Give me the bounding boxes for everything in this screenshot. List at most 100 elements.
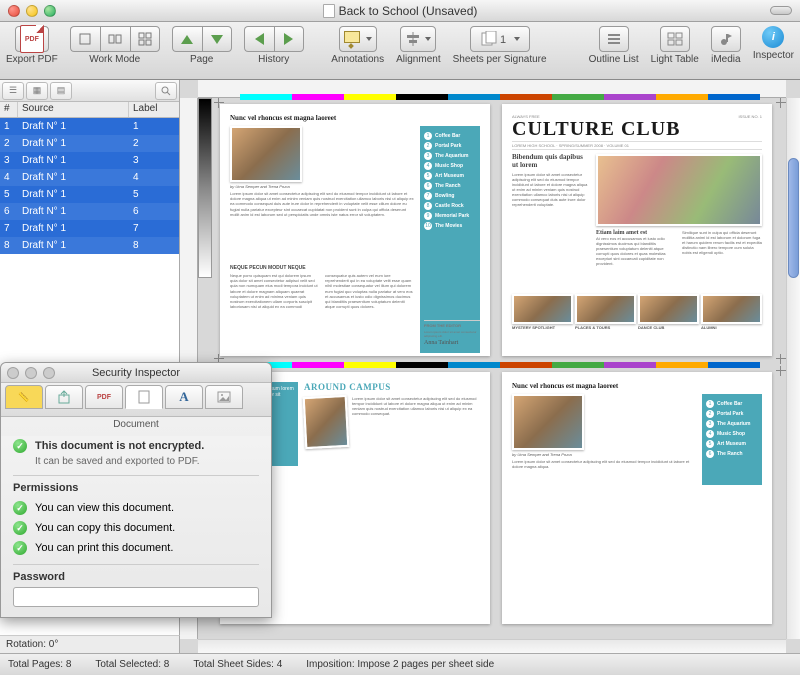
pdf-icon: PDF (20, 25, 44, 53)
article-photo (230, 126, 302, 182)
triangle-left-icon (255, 33, 264, 45)
sidebar-row[interactable]: 4Draft N° 14 (0, 169, 179, 186)
alignment-label: Alignment (396, 54, 440, 65)
sidebar-row[interactable]: 2Draft N° 12 (0, 135, 179, 152)
sidebar-row[interactable]: 7Draft N° 17 (0, 220, 179, 237)
toolbar-toggle-button[interactable] (770, 6, 792, 15)
inspector-button[interactable]: i (762, 26, 784, 48)
inspector-tab-export[interactable] (45, 385, 83, 409)
light-table-button[interactable] (660, 26, 690, 52)
work-mode-3-button[interactable] (130, 26, 160, 52)
check-icon: ✓ (13, 521, 27, 535)
inspector-tab-pdf[interactable]: PDF (85, 385, 123, 409)
export-pdf-button[interactable]: PDF (15, 26, 49, 52)
main-toolbar: PDF Export PDF Work Mode Page History An… (0, 22, 800, 80)
status-total-selected: Total Selected: 8 (95, 659, 169, 670)
article-photo (512, 394, 584, 450)
page-spreads[interactable]: Nunc vel rhoncus est magna laoreet by Ur… (220, 104, 780, 633)
sidebar-search-button[interactable] (155, 82, 177, 100)
triangle-right-icon (284, 33, 293, 45)
page-next-button[interactable] (202, 26, 232, 52)
sheets-icon: 1 (480, 31, 510, 47)
sidebar-row[interactable]: 3Draft N° 13 (0, 152, 179, 169)
status-bar: Total Pages: 8 Total Selected: 8 Total S… (0, 653, 800, 675)
imedia-icon (718, 32, 734, 46)
sidebar-row[interactable]: 5Draft N° 15 (0, 186, 179, 203)
crop-handle[interactable] (776, 366, 786, 376)
history-segment (244, 26, 304, 52)
history-label: History (258, 54, 289, 65)
divider (13, 475, 259, 476)
triangle-down-icon (211, 35, 223, 44)
inspector-tab-image[interactable] (205, 385, 243, 409)
perm-view: You can view this document. (35, 502, 174, 514)
perm-copy: You can copy this document. (35, 522, 175, 534)
work-mode-1-button[interactable] (70, 26, 100, 52)
window-title-text: Back to School (Unsaved) (339, 4, 478, 18)
col-header-source[interactable]: Source (18, 102, 129, 117)
light-table-icon (667, 32, 683, 46)
work-mode-segment (70, 26, 160, 52)
outline-list-button[interactable] (599, 26, 629, 52)
inspector-titlebar[interactable]: Security Inspector (1, 363, 271, 383)
spread-1: Nunc vel rhoncus est magna laoreet by Ur… (220, 104, 780, 358)
annotation-icon (344, 30, 362, 48)
page-2[interactable]: ALWAYS FREEISSUE NO. 1 CULTURE CLUB LORE… (502, 104, 772, 356)
ruler-icon: 📏 (18, 392, 29, 403)
inspector-body: ✓ This document is not encrypted. It can… (1, 436, 271, 617)
history-fwd-button[interactable] (274, 26, 304, 52)
editor-note: FROM THE EDITOR Lorem ipsum dolor sit am… (424, 320, 480, 346)
inspector-tabs: 📏 PDF A (1, 383, 271, 417)
tagline: LOREM HIGH SCHOOL · SPRING/SUMMER 2008 ·… (512, 141, 762, 150)
page-headline: Nunc vel rhoncus est magna laoreet (230, 114, 480, 122)
col-header-num[interactable]: # (0, 102, 18, 117)
work-mode-2-button[interactable] (100, 26, 130, 52)
grayscale-strip (198, 98, 212, 278)
color-registration-strip (240, 362, 760, 368)
sheets-per-sig-button[interactable]: 1 (470, 26, 530, 52)
inspector-tab-ruler[interactable]: 📏 (5, 385, 43, 409)
vertical-scrollbar[interactable] (786, 98, 800, 639)
inspector-tab-document[interactable] (125, 385, 163, 409)
col-header-label[interactable]: Label (129, 102, 179, 117)
window-title: Back to School (Unsaved) (0, 4, 800, 18)
pdf-badge-icon: PDF (97, 394, 111, 401)
outline-list-label: Outline List (589, 54, 639, 65)
byline: by Urna Semper and Trena Pruca (230, 184, 414, 189)
work-mode-label: Work Mode (89, 54, 140, 65)
body-text: Lorem ipsum dolor sit amet consectetur a… (512, 172, 590, 242)
hero-photo (596, 154, 762, 226)
page-4[interactable]: Nunc vel rhoncus est magna laoreet by Ur… (502, 372, 772, 624)
outline-icon (606, 32, 622, 46)
page-prev-button[interactable] (172, 26, 202, 52)
sidebar-row[interactable]: 1Draft N° 11 (0, 118, 179, 135)
page-headline: AROUND CAMPUS (304, 382, 480, 392)
chevron-down-icon (366, 37, 372, 41)
sidebar-view-thumb-button[interactable]: ▦ (26, 82, 48, 100)
crop-handle[interactable] (776, 98, 786, 108)
article-photo (303, 395, 350, 449)
password-heading: Password (13, 571, 259, 583)
sidebar-view-list-button[interactable]: ☰ (2, 82, 24, 100)
sidebar-view-grid-button[interactable]: ▤ (50, 82, 72, 100)
sidebar-row[interactable]: 8Draft N° 18 (0, 237, 179, 254)
password-input[interactable] (13, 587, 259, 607)
history-back-button[interactable] (244, 26, 274, 52)
page-headline: Nunc vel rhoncus est magna laoreet (512, 382, 762, 390)
horizontal-scrollbar[interactable] (198, 639, 786, 653)
inspector-tab-text[interactable]: A (165, 385, 203, 409)
search-icon (161, 86, 171, 96)
check-icon: ✓ (13, 439, 27, 453)
annotations-button[interactable] (339, 26, 377, 52)
page-1[interactable]: Nunc vel rhoncus est magna laoreet by Ur… (220, 104, 490, 356)
inspector-title: Security Inspector (1, 367, 271, 379)
light-table-label: Light Table (651, 54, 699, 65)
imedia-button[interactable] (711, 26, 741, 52)
alignment-button[interactable] (400, 26, 436, 52)
scrollbar-thumb[interactable] (788, 158, 799, 278)
encryption-status: This document is not encrypted. (35, 440, 204, 452)
chevron-down-icon (514, 37, 520, 41)
page-label: Page (190, 54, 213, 65)
sidebar-row[interactable]: 6Draft N° 16 (0, 203, 179, 220)
crop-handle[interactable] (776, 354, 786, 364)
